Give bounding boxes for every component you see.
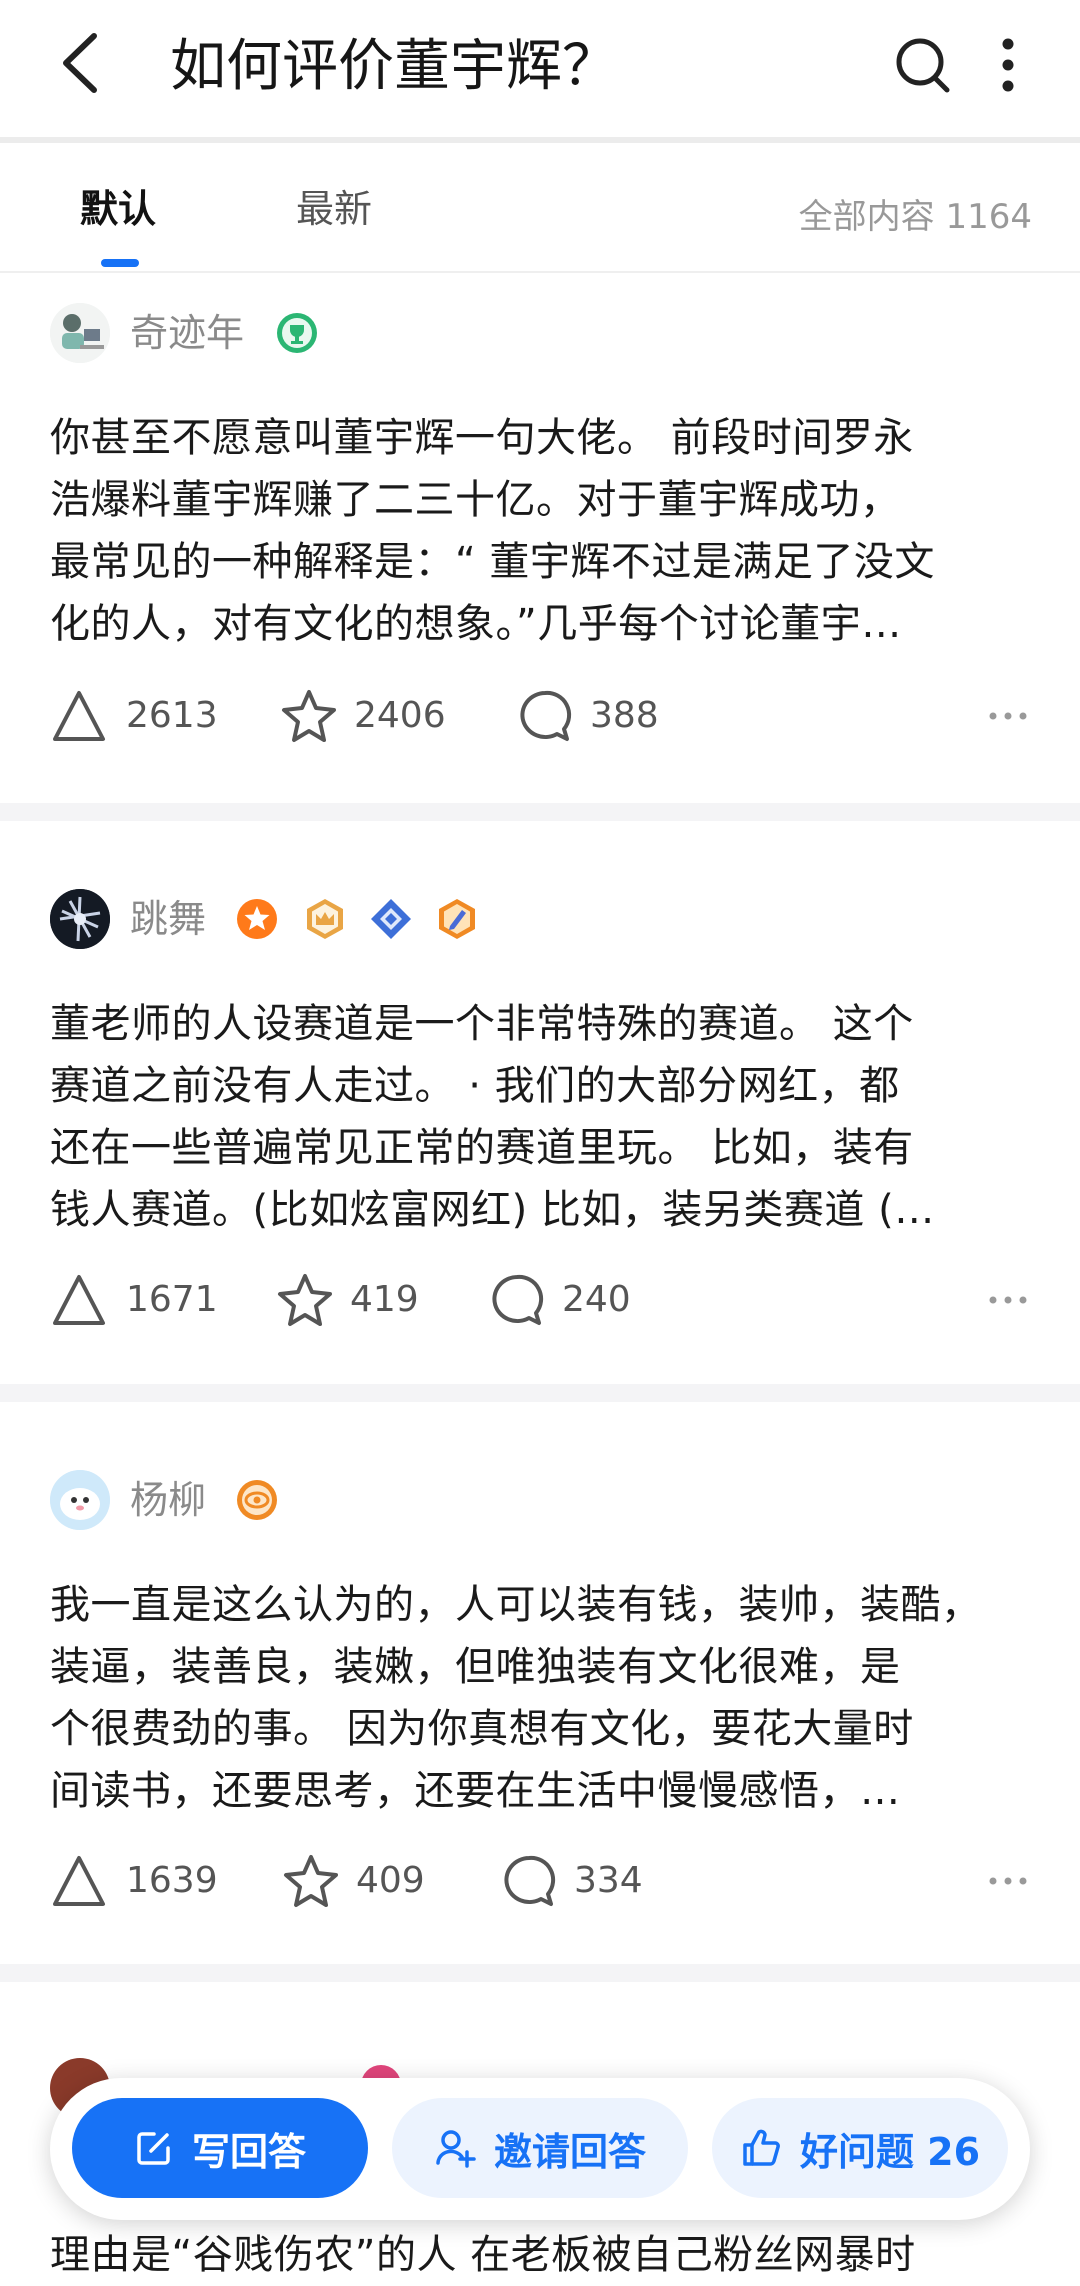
comment-icon[interactable] bbox=[500, 1852, 558, 1910]
answer-excerpt[interactable]: 董老师的人设赛道是一个非常特殊的赛道。 这个 赛道之前没有人走过。 · 我们的大… bbox=[50, 993, 1040, 1241]
author-name[interactable]: 跳舞 bbox=[130, 889, 206, 949]
card-separator bbox=[0, 1384, 1080, 1402]
sort-tabs: 默认 最新 全部内容 1164 bbox=[0, 143, 1080, 273]
more-horizontal-icon[interactable] bbox=[988, 1874, 1028, 1888]
tab-default[interactable]: 默认 bbox=[80, 185, 156, 233]
author-name[interactable]: 奇迹年 bbox=[130, 303, 244, 363]
write-answer-button[interactable]: 写回答 bbox=[72, 2098, 368, 2198]
upvote-icon[interactable] bbox=[50, 687, 108, 745]
thumbs-up-icon bbox=[743, 2129, 780, 2166]
more-horizontal-icon[interactable] bbox=[988, 709, 1028, 723]
upvote-icon[interactable] bbox=[50, 1271, 108, 1329]
excerpt-line: 最常见的一种解释是：“ 董宇辉不过是满足了没文 bbox=[50, 539, 935, 585]
excerpt-line: 浩爆料董宇辉赚了二三十亿。对于董宇辉成功， bbox=[50, 477, 901, 523]
good-question-button[interactable]: 好问题 26 bbox=[712, 2098, 1008, 2198]
excerpt-line: 董老师的人设赛道是一个非常特殊的赛道。 这个 bbox=[50, 1001, 914, 1047]
invite-answer-button[interactable]: 邀请回答 bbox=[392, 2098, 688, 2198]
excerpt-line: 你甚至不愿意叫董宇辉一句大佬。 前段时间罗永 bbox=[50, 415, 914, 461]
avatar[interactable] bbox=[50, 889, 110, 949]
search-icon[interactable] bbox=[893, 34, 953, 96]
excerpt-line: 装逼，装善良，装嫩，但唯独装有文化很难，是 bbox=[50, 1644, 901, 1690]
trophy-badge-icon bbox=[277, 313, 317, 353]
crown-badge-icon bbox=[307, 899, 343, 939]
favorite-count: 409 bbox=[356, 1860, 425, 1901]
answer-card[interactable]: 杨柳 我一直是这么认为的，人可以装有钱，装帅，装酷， 装逼，装善良，装嫩，但唯独… bbox=[0, 1402, 1080, 1964]
write-answer-label: 写回答 bbox=[191, 2129, 306, 2174]
comment-icon[interactable] bbox=[488, 1271, 546, 1329]
comment-icon[interactable] bbox=[516, 687, 574, 745]
excerpt-line: 理由是“谷贱伤农”的人 在老板被自己粉丝网暴时 bbox=[50, 2232, 916, 2278]
favorite-count: 419 bbox=[350, 1279, 419, 1320]
excerpt-line: 我一直是这么认为的，人可以装有钱，装帅，装酷， bbox=[50, 1582, 982, 1628]
more-horizontal-icon[interactable] bbox=[988, 1293, 1028, 1307]
excerpt-line: 还在一些普遍常见正常的赛道里玩。 比如，装有 bbox=[50, 1125, 914, 1171]
upvote-count: 1671 bbox=[126, 1279, 218, 1320]
favorite-star-icon[interactable] bbox=[276, 1271, 334, 1329]
back-arrow-icon[interactable] bbox=[58, 30, 104, 96]
answer-action-bar: 写回答 邀请回答 好问题 26 bbox=[50, 2078, 1030, 2220]
answer-excerpt[interactable]: 我一直是这么认为的，人可以装有钱，装帅，装酷， 装逼，装善良，装嫩，但唯独装有文… bbox=[50, 1574, 1040, 1822]
favorite-star-icon[interactable] bbox=[282, 1852, 340, 1910]
card-separator bbox=[0, 803, 1080, 821]
favorite-star-icon[interactable] bbox=[280, 687, 338, 745]
more-vertical-icon[interactable] bbox=[990, 34, 1026, 96]
invite-user-icon bbox=[436, 2130, 476, 2168]
avatar[interactable] bbox=[50, 1470, 110, 1530]
active-tab-indicator bbox=[101, 259, 139, 267]
avatar[interactable] bbox=[50, 303, 110, 363]
excerpt-line: 间读书，还要思考，还要在生活中慢慢感悟，… bbox=[50, 1768, 901, 1814]
comment-count: 388 bbox=[590, 695, 659, 736]
author-name[interactable]: 杨柳 bbox=[130, 1470, 206, 1530]
question-title: 如何评价董宇辉？ bbox=[170, 34, 618, 99]
favorite-count: 2406 bbox=[354, 695, 446, 736]
card-separator bbox=[0, 1964, 1080, 1982]
upvote-icon[interactable] bbox=[50, 1852, 108, 1910]
upvote-count: 2613 bbox=[126, 695, 218, 736]
tab-latest[interactable]: 最新 bbox=[296, 185, 372, 233]
invite-answer-label: 邀请回答 bbox=[493, 2129, 646, 2174]
good-question-label: 好问题 26 bbox=[799, 2129, 981, 2174]
total-count: 全部内容 1164 bbox=[798, 197, 1032, 237]
pencil-badge-icon bbox=[439, 899, 475, 939]
eye-badge-icon bbox=[237, 1480, 277, 1520]
answer-card[interactable]: 跳舞 董老师的人设赛道是一个非常特殊的赛道。 这个 赛道之前没有人走过。 · 我… bbox=[0, 821, 1080, 1384]
top-bar: 如何评价董宇辉？ bbox=[0, 0, 1080, 143]
excerpt-line: 钱人赛道。(比如炫富网红) 比如，装另类赛道 (… bbox=[50, 1187, 935, 1233]
answer-excerpt[interactable]: 理由是“谷贱伤农”的人 在老板被自己粉丝网暴时 bbox=[50, 2224, 1040, 2286]
answer-excerpt[interactable]: 你甚至不愿意叫董宇辉一句大佬。 前段时间罗永 浩爆料董宇辉赚了二三十亿。对于董宇… bbox=[50, 407, 1040, 655]
star-badge-icon bbox=[237, 899, 277, 939]
comment-count: 334 bbox=[574, 1860, 643, 1901]
comment-count: 240 bbox=[562, 1279, 631, 1320]
answer-card[interactable]: 奇迹年 你甚至不愿意叫董宇辉一句大佬。 前段时间罗永 浩爆料董宇辉赚了二三十亿。… bbox=[0, 273, 1080, 803]
diamond-badge-icon bbox=[371, 899, 411, 939]
upvote-count: 1639 bbox=[126, 1860, 218, 1901]
excerpt-line: 化的人，对有文化的想象。”几乎每个讨论董宇… bbox=[50, 601, 902, 647]
excerpt-line: 个很费劲的事。 因为你真想有文化，要花大量时 bbox=[50, 1706, 914, 1752]
excerpt-line: 赛道之前没有人走过。 · 我们的大部分网红，都 bbox=[50, 1063, 900, 1109]
edit-icon bbox=[137, 2132, 170, 2165]
